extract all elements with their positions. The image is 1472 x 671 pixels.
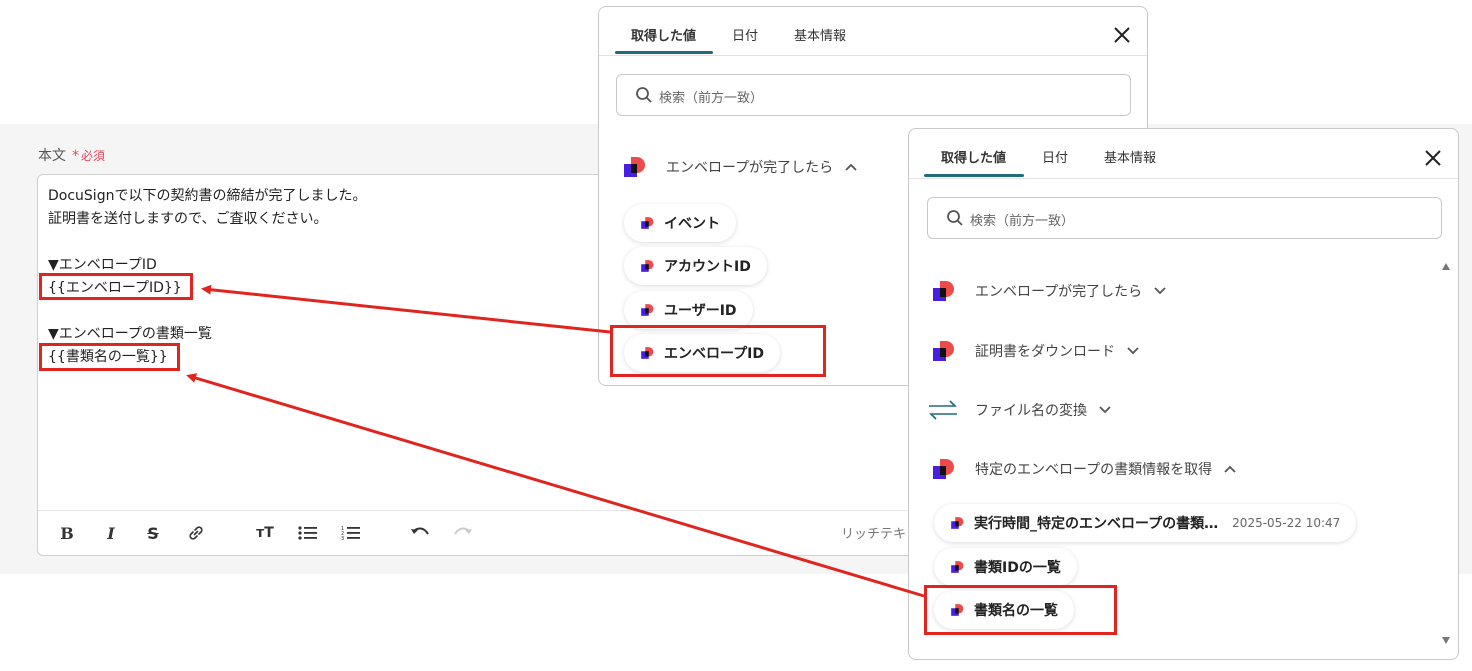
tab-basic-info[interactable]: 基本情報: [1104, 147, 1156, 166]
group-download-certificate[interactable]: 証明書をダウンロード: [931, 339, 1139, 363]
chevron-down-icon[interactable]: [1127, 343, 1139, 359]
tab-acquired-values[interactable]: 取得した値: [941, 147, 1006, 166]
redo-icon[interactable]: [452, 522, 474, 544]
docusign-logo-icon: [950, 516, 964, 530]
font-size-icon[interactable]: тT: [254, 522, 276, 544]
group-title: ファイル名の変換: [975, 403, 1087, 419]
required-text: 必須: [81, 149, 106, 163]
docusign-logo-icon: [640, 216, 654, 230]
tab-basic-info[interactable]: 基本情報: [794, 25, 846, 44]
group-title: 証明書をダウンロード: [975, 344, 1115, 360]
search-icon: [635, 86, 653, 108]
chip-label: イベント: [664, 216, 720, 232]
chevron-up-icon[interactable]: [1224, 461, 1236, 477]
undo-icon[interactable]: [409, 522, 431, 544]
search-field[interactable]: 検索（前方一致）: [927, 197, 1442, 239]
search-placeholder: 検索（前方一致）: [659, 91, 764, 106]
numbered-list-icon[interactable]: 123: [340, 522, 362, 544]
strikethrough-icon[interactable]: S: [142, 522, 164, 544]
group-title: 特定のエンベロープの書類情報を取得: [975, 462, 1213, 478]
tab-date[interactable]: 日付: [732, 25, 758, 44]
editor-line: DocuSignで以下の契約書の締結が完了しました。: [48, 188, 367, 204]
editor-line: ▼エンベロープの書類一覧: [48, 326, 212, 342]
chip-document-ids[interactable]: 書類IDの一覧: [934, 548, 1077, 586]
docusign-logo-icon: [622, 155, 646, 179]
group-envelope-completed[interactable]: エンベロープが完了したら: [622, 155, 857, 179]
group-envelope-completed[interactable]: エンベロープが完了したら: [931, 279, 1166, 303]
required-mark: *: [72, 148, 79, 164]
close-icon[interactable]: [1111, 24, 1133, 46]
highlight-envelope-id-variable: [39, 273, 193, 300]
highlight-document-names-chip: [924, 585, 1117, 635]
italic-icon[interactable]: I: [100, 522, 122, 544]
highlight-document-names-variable: [39, 343, 180, 371]
search-icon: [946, 209, 964, 231]
search-field[interactable]: 検索（前方一致）: [616, 74, 1131, 116]
body-field-label: 本文 * 必須: [38, 145, 105, 165]
bullet-list-icon[interactable]: [297, 522, 319, 544]
scroll-up-icon[interactable]: [1442, 263, 1450, 270]
bold-icon[interactable]: B: [56, 522, 78, 544]
docusign-logo-icon: [640, 303, 654, 317]
group-title: エンベロープが完了したら: [666, 160, 834, 176]
chevron-down-icon[interactable]: [1154, 283, 1166, 299]
chevron-down-icon[interactable]: [1099, 402, 1111, 418]
rich-text-label: リッチテキ: [840, 527, 906, 542]
chip-label: 書類IDの一覧: [974, 560, 1061, 576]
convert-arrows-icon: [927, 398, 959, 422]
close-icon[interactable]: [1422, 147, 1444, 169]
docusign-logo-icon: [931, 339, 955, 363]
scroll-down-icon[interactable]: [1442, 637, 1450, 644]
search-placeholder: 検索（前方一致）: [970, 214, 1075, 229]
chip-label: アカウントID: [664, 259, 751, 275]
editor-toolbar: B I S тT 123 リッチテキ: [38, 510, 936, 555]
tab-date[interactable]: 日付: [1042, 147, 1068, 166]
docusign-logo-icon: [931, 457, 955, 481]
docusign-logo-icon: [931, 279, 955, 303]
docusign-logo-icon: [950, 560, 964, 574]
active-tab-indicator: [924, 174, 1024, 177]
chip-value: 2025-05-22 10:47: [1232, 516, 1341, 530]
group-get-envelope-documents[interactable]: 特定のエンベロープの書類情報を取得: [931, 457, 1236, 481]
variable-picker-panel-front: 取得した値 日付 基本情報 検索（前方一致） エンベロープが完了したら 証明書を…: [908, 128, 1459, 660]
editor-line: 証明書を送付しますので、ご査収ください。: [48, 211, 328, 227]
chip-execution-time[interactable]: 実行時間_特定のエンベロープの書類… 2025-05-22 10:47: [934, 504, 1357, 542]
chip-user-id[interactable]: ユーザーID: [624, 291, 753, 329]
link-icon[interactable]: [185, 522, 207, 544]
editor-line: ▼エンベロープID: [48, 257, 157, 273]
chip-account-id[interactable]: アカウントID: [624, 247, 767, 285]
svg-text:3: 3: [341, 536, 344, 541]
group-file-name-conversion[interactable]: ファイル名の変換: [927, 398, 1111, 422]
docusign-logo-icon: [640, 259, 654, 273]
chip-label: 実行時間_特定のエンベロープの書類…: [974, 516, 1219, 532]
active-tab-indicator: [615, 51, 713, 54]
chevron-up-icon[interactable]: [845, 159, 857, 175]
chip-event[interactable]: イベント: [624, 204, 736, 242]
tab-divider: [909, 178, 1458, 179]
tab-divider: [599, 55, 1147, 56]
group-title: エンベロープが完了したら: [975, 284, 1143, 300]
tab-acquired-values[interactable]: 取得した値: [631, 25, 696, 44]
highlight-envelope-id-chip: [610, 325, 826, 377]
field-label-text: 本文: [38, 148, 66, 164]
chip-label: ユーザーID: [664, 303, 737, 319]
